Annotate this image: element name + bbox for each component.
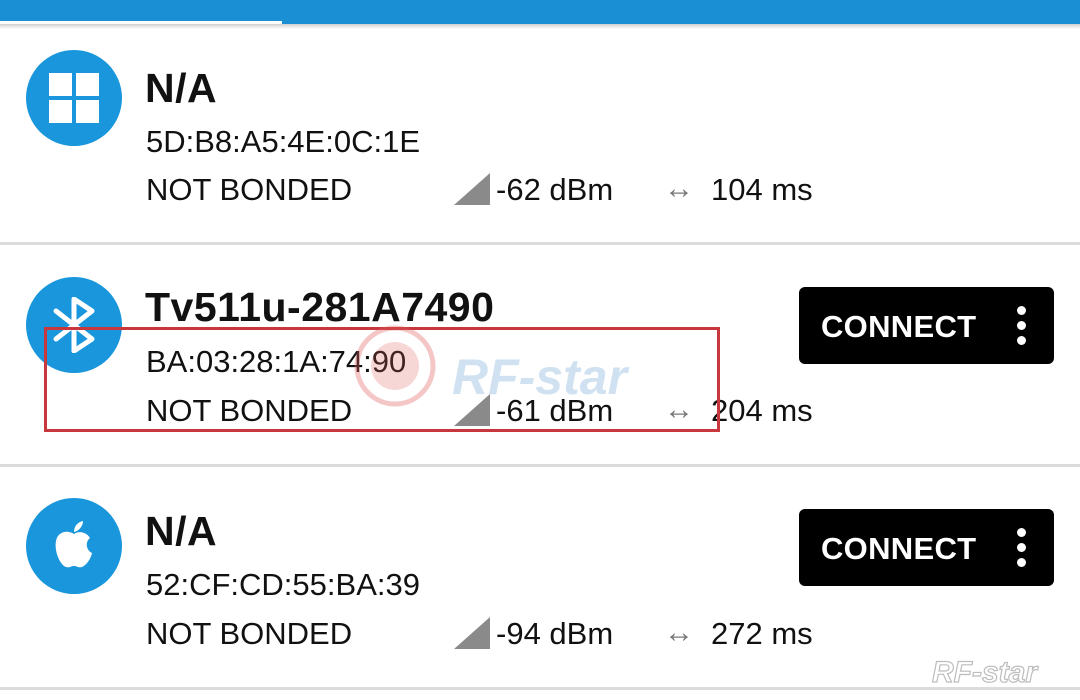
more-options-icon[interactable]	[1013, 528, 1029, 568]
bond-state: NOT BONDED	[146, 172, 353, 207]
connect-label: CONNECT	[821, 531, 977, 566]
more-options-icon[interactable]	[1013, 306, 1029, 346]
connect-label: CONNECT	[821, 309, 977, 344]
divider	[0, 687, 1080, 690]
signal-strength-icon	[454, 173, 490, 205]
apple-icon	[26, 498, 122, 594]
advertising-interval: 104 ms	[711, 172, 813, 207]
connect-button[interactable]: CONNECT	[799, 287, 1054, 364]
advertising-interval: 204 ms	[711, 393, 813, 428]
bond-state: NOT BONDED	[146, 616, 353, 651]
connect-button[interactable]: CONNECT	[799, 509, 1054, 586]
windows-icon	[26, 50, 122, 146]
signal-strength-icon	[454, 617, 490, 649]
advertising-interval: 272 ms	[711, 616, 813, 651]
device-row[interactable]: N/A 5D:B8:A5:4E:0C:1E NOT BONDED -62 dBm…	[0, 40, 1080, 245]
interval-icon: ↔	[664, 616, 694, 649]
device-mac-address: 52:CF:CD:55:BA:39	[146, 567, 420, 602]
highlight-box	[44, 327, 720, 432]
device-row[interactable]: N/A 52:CF:CD:55:BA:39 NOT BONDED -94 dBm…	[0, 467, 1080, 687]
interval-icon: ↔	[664, 172, 694, 205]
device-name: N/A	[145, 65, 218, 111]
tab-bar	[0, 0, 1080, 24]
rssi-value: -94 dBm	[496, 616, 614, 651]
device-mac-address: 5D:B8:A5:4E:0C:1E	[146, 124, 420, 159]
rssi-value: -62 dBm	[496, 172, 614, 207]
device-name: N/A	[145, 508, 218, 554]
device-name: Tv511u-281A7490	[145, 284, 495, 330]
tab-bar-shadow	[0, 24, 1080, 29]
